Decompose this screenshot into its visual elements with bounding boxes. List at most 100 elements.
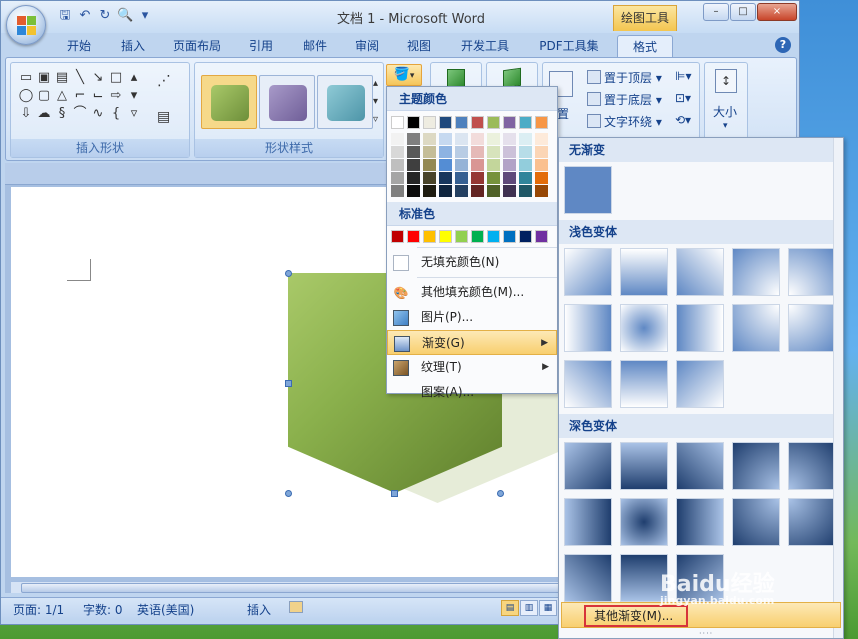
- rotate-button[interactable]: ⟲▾: [675, 113, 691, 127]
- color-swatch[interactable]: [535, 146, 548, 158]
- picture-fill-item[interactable]: 图片(P)...: [387, 305, 557, 330]
- dark-gradient-swatch[interactable]: [564, 554, 612, 602]
- curve-icon[interactable]: ⌒: [71, 105, 89, 123]
- qat-customize-icon[interactable]: ▾: [137, 8, 153, 24]
- office-button[interactable]: [6, 5, 46, 45]
- color-swatch[interactable]: [391, 185, 404, 197]
- color-swatch[interactable]: [439, 230, 452, 243]
- color-swatch[interactable]: [439, 146, 452, 158]
- no-gradient-swatch[interactable]: [564, 166, 612, 214]
- color-swatch[interactable]: [407, 159, 420, 171]
- oval-shape-icon[interactable]: ◯: [17, 87, 35, 105]
- resize-handle-tl[interactable]: [285, 270, 292, 277]
- gradient-fill-item[interactable]: 渐变(G) ▶: [387, 330, 557, 355]
- color-swatch[interactable]: [471, 230, 484, 243]
- style-thumb-green[interactable]: [201, 75, 257, 129]
- light-gradient-swatch[interactable]: [676, 304, 724, 352]
- light-gradient-swatch[interactable]: [564, 248, 612, 296]
- color-swatch[interactable]: [487, 185, 500, 197]
- light-gradient-swatch[interactable]: [620, 360, 668, 408]
- color-swatch[interactable]: [391, 230, 404, 243]
- size-dropdown-icon[interactable]: ▾: [723, 121, 728, 131]
- color-swatch[interactable]: [455, 172, 468, 184]
- tab-pdf-tools[interactable]: PDF工具集: [535, 35, 603, 57]
- color-swatch[interactable]: [423, 159, 436, 171]
- color-swatch[interactable]: [535, 230, 548, 243]
- light-gradient-swatch[interactable]: [676, 248, 724, 296]
- size-icon[interactable]: ↕: [715, 69, 737, 93]
- color-swatch[interactable]: [455, 146, 468, 158]
- color-swatch[interactable]: [455, 185, 468, 197]
- vertical-textbox-icon[interactable]: ▤: [53, 69, 71, 87]
- color-swatch[interactable]: [471, 116, 484, 129]
- position-button-label[interactable]: 置: [557, 105, 569, 122]
- color-swatch[interactable]: [423, 185, 436, 197]
- color-swatch[interactable]: [471, 146, 484, 158]
- resize-handle-bl[interactable]: [285, 490, 292, 497]
- color-swatch[interactable]: [487, 230, 500, 243]
- color-swatch[interactable]: [487, 146, 500, 158]
- color-swatch[interactable]: [519, 133, 532, 145]
- tab-review[interactable]: 审阅: [349, 35, 385, 57]
- tab-insert[interactable]: 插入: [113, 35, 153, 57]
- color-swatch[interactable]: [407, 116, 420, 129]
- resize-grip-icon[interactable]: ····: [699, 629, 713, 638]
- status-page[interactable]: 页面: 1/1: [13, 601, 64, 618]
- tab-mailings[interactable]: 邮件: [297, 35, 333, 57]
- style-thumb-teal[interactable]: [317, 75, 373, 129]
- no-fill-item[interactable]: 无填充颜色(N): [387, 250, 557, 275]
- maximize-button[interactable]: □: [730, 3, 756, 21]
- color-swatch[interactable]: [455, 230, 468, 243]
- color-swatch[interactable]: [503, 172, 516, 184]
- light-gradient-swatch[interactable]: [564, 360, 612, 408]
- color-swatch[interactable]: [519, 185, 532, 197]
- color-swatch[interactable]: [455, 116, 468, 129]
- triangle-shape-icon[interactable]: △: [53, 87, 71, 105]
- send-to-back-button[interactable]: 置于底层 ▾: [587, 91, 662, 108]
- color-swatch[interactable]: [455, 133, 468, 145]
- color-swatch[interactable]: [535, 116, 548, 129]
- dark-gradient-swatch[interactable]: [676, 498, 724, 546]
- web-layout-view-icon[interactable]: ▦: [539, 600, 557, 616]
- color-swatch[interactable]: [391, 116, 404, 129]
- color-swatch[interactable]: [535, 133, 548, 145]
- color-swatch[interactable]: [519, 116, 532, 129]
- style-gallery-scroll-icon[interactable]: ▴ ▾ ▿: [373, 75, 378, 129]
- color-swatch[interactable]: [471, 172, 484, 184]
- undo-icon[interactable]: ↶: [77, 8, 93, 24]
- status-language[interactable]: 英语(美国): [137, 601, 194, 618]
- light-gradient-swatch[interactable]: [788, 248, 836, 296]
- color-swatch[interactable]: [471, 133, 484, 145]
- tab-developer[interactable]: 开发工具: [455, 35, 515, 57]
- color-swatch[interactable]: [535, 159, 548, 171]
- color-swatch[interactable]: [519, 146, 532, 158]
- elbow-arrow-icon[interactable]: ⌙: [89, 87, 107, 105]
- tab-home[interactable]: 开始: [59, 35, 99, 57]
- color-swatch[interactable]: [439, 116, 452, 129]
- textbox-shape-icon[interactable]: ▣: [35, 69, 53, 87]
- light-gradient-swatch[interactable]: [564, 304, 612, 352]
- tab-view[interactable]: 视图: [401, 35, 437, 57]
- light-gradient-swatch[interactable]: [732, 304, 780, 352]
- status-word-count[interactable]: 字数: 0: [83, 601, 123, 618]
- color-swatch[interactable]: [391, 172, 404, 184]
- cloud-shape-icon[interactable]: ☁: [35, 105, 53, 123]
- color-swatch[interactable]: [407, 185, 420, 197]
- color-swatch[interactable]: [503, 116, 516, 129]
- full-screen-reading-icon[interactable]: ▥: [520, 600, 538, 616]
- color-swatch[interactable]: [471, 159, 484, 171]
- color-swatch[interactable]: [423, 172, 436, 184]
- color-swatch[interactable]: [455, 159, 468, 171]
- help-icon[interactable]: ?: [775, 37, 791, 53]
- shape-fill-button[interactable]: 🪣▾: [386, 64, 422, 86]
- color-swatch[interactable]: [471, 185, 484, 197]
- bring-to-front-button[interactable]: 置于顶层 ▾: [587, 69, 662, 86]
- resize-handle-ml[interactable]: [285, 380, 292, 387]
- color-swatch[interactable]: [407, 230, 420, 243]
- gallery-scrollbar[interactable]: [833, 138, 843, 638]
- color-swatch[interactable]: [423, 116, 436, 129]
- pattern-fill-item[interactable]: 图案(A)...: [387, 380, 557, 405]
- color-swatch[interactable]: [391, 146, 404, 158]
- down-arrow-shape-icon[interactable]: ⇩: [17, 105, 35, 123]
- status-insert-mode[interactable]: 插入: [247, 601, 271, 618]
